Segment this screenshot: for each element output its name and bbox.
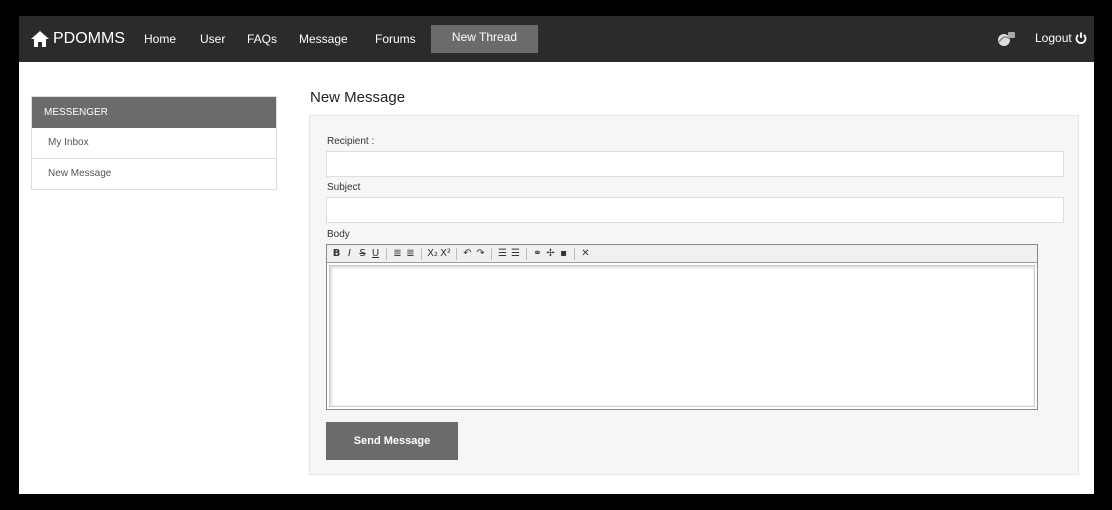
- anchor-icon[interactable]: ✢: [545, 247, 556, 261]
- brand-name: PDOMMS: [53, 30, 125, 47]
- sidebar-item-inbox[interactable]: My Inbox: [32, 128, 276, 159]
- italic-icon[interactable]: I: [344, 247, 355, 261]
- power-icon: [1075, 32, 1087, 44]
- toolbar-separator: [386, 247, 387, 260]
- logout-label: Logout: [1035, 31, 1072, 45]
- logout-link[interactable]: Logout: [1035, 31, 1087, 45]
- notification-icon[interactable]: [996, 30, 1016, 48]
- align-right-icon[interactable]: ≣: [405, 247, 416, 261]
- page-title: New Message: [310, 89, 406, 106]
- bold-icon[interactable]: B: [331, 247, 342, 261]
- nav-link-forums[interactable]: Forums: [375, 32, 416, 46]
- brand[interactable]: PDOMMS: [31, 28, 125, 50]
- rich-text-editor: B I S U ≣ ≣ X₂ X² ↶ ↷ ☰ ☰ ⚭ ✢ ▪ ✕: [326, 244, 1038, 410]
- sidebar: MESSENGER My Inbox New Message: [31, 96, 277, 190]
- ordered-list-icon[interactable]: ☰: [497, 247, 508, 261]
- nav-link-home[interactable]: Home: [144, 32, 176, 46]
- redo-icon[interactable]: ↷: [475, 247, 486, 261]
- subject-label: Subject: [327, 182, 361, 193]
- home-icon: [31, 31, 49, 47]
- body-label: Body: [327, 229, 350, 240]
- recipient-label: Recipient :: [327, 136, 375, 147]
- image-icon[interactable]: ▪: [558, 247, 569, 261]
- toolbar-separator: [574, 247, 575, 260]
- undo-icon[interactable]: ↶: [462, 247, 473, 261]
- sidebar-heading: MESSENGER: [32, 97, 276, 128]
- strikethrough-icon[interactable]: S: [357, 247, 368, 261]
- page-canvas: PDOMMS Home User FAQs Message Forums New…: [19, 16, 1094, 494]
- recipient-input[interactable]: [326, 151, 1064, 177]
- underline-icon[interactable]: U: [370, 247, 381, 261]
- message-form: Recipient : Subject Body B I S U ≣ ≣ X₂ X² ↶ ↷ ☰ ☰ ⚭…: [309, 115, 1079, 475]
- subscript-icon[interactable]: X₂: [427, 247, 438, 261]
- body-textarea[interactable]: [329, 265, 1035, 407]
- top-navbar: PDOMMS Home User FAQs Message Forums New…: [19, 16, 1094, 62]
- toolbar-separator: [421, 247, 422, 260]
- toolbar-separator: [526, 247, 527, 260]
- editor-toolbar: B I S U ≣ ≣ X₂ X² ↶ ↷ ☰ ☰ ⚭ ✢ ▪ ✕: [327, 245, 1037, 263]
- nav-link-new-thread[interactable]: New Thread: [431, 25, 538, 53]
- nav-link-message[interactable]: Message: [299, 32, 348, 46]
- nav-link-faqs[interactable]: FAQs: [247, 32, 277, 46]
- toolbar-separator: [456, 247, 457, 260]
- screenshot-frame: PDOMMS Home User FAQs Message Forums New…: [0, 0, 1112, 510]
- nav-link-user[interactable]: User: [200, 32, 225, 46]
- send-message-button[interactable]: Send Message: [326, 422, 458, 460]
- clear-format-icon[interactable]: ✕: [580, 247, 591, 261]
- sidebar-item-new-message[interactable]: New Message: [32, 159, 276, 190]
- align-left-icon[interactable]: ≣: [392, 247, 403, 261]
- subject-input[interactable]: [326, 197, 1064, 223]
- toolbar-separator: [491, 247, 492, 260]
- superscript-icon[interactable]: X²: [440, 247, 451, 261]
- link-icon[interactable]: ⚭: [532, 247, 543, 261]
- bullet-list-icon[interactable]: ☰: [510, 247, 521, 261]
